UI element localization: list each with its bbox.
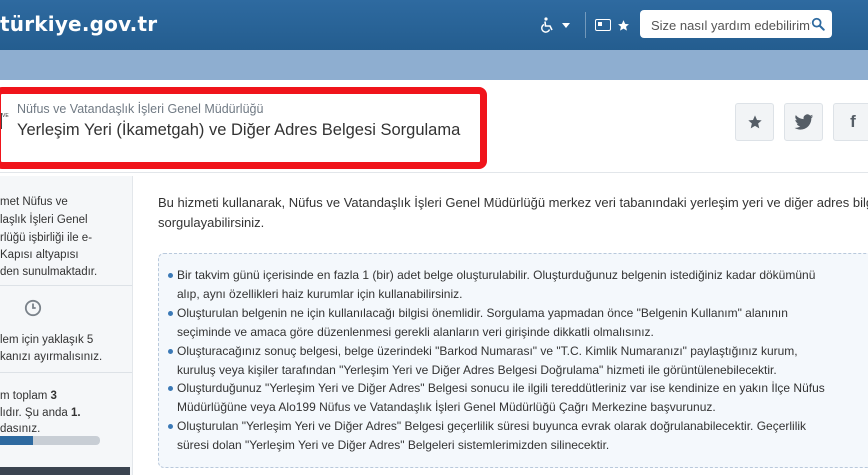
- site-logo[interactable]: türkiye.gov.tr: [0, 12, 157, 36]
- info-line: Oluşturduğunuz "Yerleşim Yeri ve Diğer A…: [177, 381, 825, 395]
- sub-header-band: [0, 50, 868, 80]
- bullet-icon: [168, 424, 173, 429]
- sidebar-step-line: lıdır. Şu anda 1.: [0, 407, 81, 419]
- info-line: Oluşturulan "Yerleşim Yeri ve Diğer Adre…: [177, 419, 807, 433]
- sidebar-time-line: lem için yaklaşık 5: [0, 334, 94, 346]
- chevron-down-icon: [562, 22, 570, 28]
- sidebar-divider: [0, 285, 132, 286]
- sidebar-about-line: rlüğü işbirliği ile e-: [0, 232, 93, 244]
- sidebar-about-line: laşlık İşleri Genel: [0, 214, 88, 226]
- info-list-item: Oluşturulan belgenin ne için kullanılaca…: [168, 304, 788, 342]
- info-line: süresi dolan "Yerleşim Yeri ve Diğer Adr…: [177, 438, 610, 452]
- service-description: Bu hizmeti kullanarak, Nüfus ve Vatandaş…: [158, 193, 868, 233]
- info-list-item: Oluşturduğunuz "Yerleşim Yeri ve Diğer A…: [168, 379, 825, 417]
- info-line: Müdürlüğüne veya Alo199 Nüfus ve Vatanda…: [177, 400, 716, 414]
- bullet-icon: [168, 349, 173, 354]
- sidebar-time-line: kanızı ayırmalısınız.: [0, 351, 103, 363]
- sidebar-step-line: dasınız.: [0, 423, 41, 435]
- info-line: seçiminde ve amaca göre düzenlenmesi ger…: [177, 325, 654, 339]
- favorite-button[interactable]: [735, 103, 774, 141]
- facebook-icon: f: [850, 112, 856, 131]
- star-icon: [747, 115, 762, 129]
- toolbar-divider: [585, 12, 586, 38]
- sidebar-about-line: met Nüfus ve: [0, 196, 68, 208]
- description-line: Bu hizmeti kullanarak, Nüfus ve Vatandaş…: [158, 195, 868, 210]
- info-sidebar: met Nüfus ve laşlık İşleri Genel rlüğü i…: [0, 176, 133, 475]
- id-card-icon: [595, 19, 611, 31]
- sidebar-about-line: Kapısı altyapısı: [0, 249, 79, 261]
- info-list-item: Bir takvim günü içerisinde en fazla 1 (b…: [168, 266, 816, 304]
- clock-icon: [24, 299, 42, 317]
- sidebar-about-line: den sunulmaktadır.: [0, 266, 98, 278]
- info-line: Oluşturacağınız sonuç belgesi, belge üze…: [177, 344, 798, 358]
- twitter-icon: [794, 113, 813, 130]
- sidebar-divider: [0, 372, 132, 373]
- bullet-icon: [168, 311, 173, 316]
- info-list-item: Oluşturacağınız sonuç belgesi, belge üze…: [168, 342, 798, 380]
- info-line: Bir takvim günü içerisinde en fazla 1 (b…: [177, 268, 816, 282]
- search-icon[interactable]: [811, 17, 825, 31]
- edevlet-login-button[interactable]: [595, 16, 631, 34]
- bullet-icon: [168, 386, 173, 391]
- sidebar-footer-strip: [0, 467, 130, 475]
- wheelchair-icon: [541, 17, 553, 33]
- step-text: m toplam 3: [0, 390, 57, 402]
- info-line: kuruluş veya kişiler tarafından "Yerleşi…: [177, 363, 777, 377]
- accessibility-menu-button[interactable]: [540, 16, 580, 34]
- search-box[interactable]: [640, 10, 832, 38]
- description-line: sorgulayabilirsiniz.: [158, 215, 265, 230]
- sidebar-step-line: m toplam 3: [0, 388, 57, 404]
- info-list-item: Oluşturulan "Yerleşim Yeri ve Diğer Adre…: [168, 417, 807, 455]
- facebook-share-button[interactable]: f: [833, 103, 868, 141]
- step-progress-bar: [0, 436, 100, 445]
- info-line: alıp, aynı özellikleri haiz kurumlar içi…: [177, 287, 463, 301]
- info-line: Oluşturulan belgenin ne için kullanılaca…: [177, 306, 788, 320]
- twitter-share-button[interactable]: [784, 103, 823, 141]
- step-progress-fill: [0, 436, 33, 445]
- star-icon: [618, 19, 629, 31]
- title-highlight-box: [0, 87, 487, 169]
- bullet-icon: [168, 273, 173, 278]
- search-input[interactable]: [649, 15, 813, 35]
